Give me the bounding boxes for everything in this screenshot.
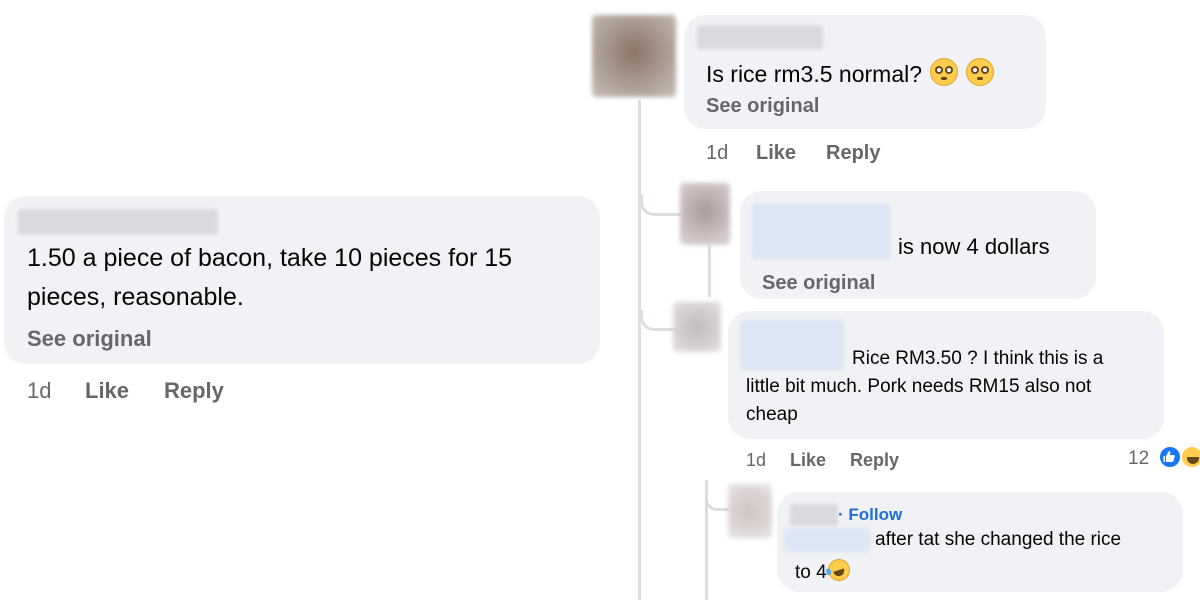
comment-text-value: Is rice rm3.5 normal? <box>706 61 923 87</box>
thread-line-main <box>638 100 641 600</box>
mention-redacted[interactable] <box>752 203 890 259</box>
thread-connector <box>640 310 677 331</box>
see-original-link[interactable]: See original <box>27 326 152 352</box>
thread-connector <box>705 490 730 511</box>
comment-text-line: little bit much. Pork needs RM15 also no… <box>746 376 1092 397</box>
comment-text-value: to 4 <box>795 562 827 583</box>
avatar[interactable] <box>673 302 721 352</box>
thread-connector <box>640 195 681 216</box>
reply-button[interactable]: Reply <box>850 450 899 471</box>
follow-label: Follow <box>848 505 903 524</box>
see-original-link[interactable]: See original <box>762 272 875 295</box>
flushed-face-emoji-icon <box>966 58 995 86</box>
follow-button[interactable]: · Follow <box>838 505 902 525</box>
like-button[interactable]: Like <box>85 378 129 404</box>
comment-text: is now 4 dollars <box>898 234 1050 259</box>
comment-text-line: Rice RM3.50 ? I think this is a <box>852 348 1104 369</box>
comment-text-line: cheap <box>746 404 798 425</box>
comment-timestamp[interactable]: 1d <box>706 142 728 165</box>
thread-line-sub <box>708 245 711 297</box>
avatar[interactable] <box>592 15 676 97</box>
mention-redacted[interactable] <box>784 528 870 552</box>
like-button[interactable]: Like <box>756 142 796 165</box>
reply-button[interactable]: Reply <box>164 378 224 404</box>
flushed-face-emoji-icon <box>930 58 959 86</box>
comment-text-line: pieces, reasonable. <box>27 283 244 311</box>
commenter-name-redacted[interactable] <box>790 504 838 526</box>
see-original-link[interactable]: See original <box>706 95 819 118</box>
comment-text-line: 1.50 a piece of bacon, take 10 pieces fo… <box>27 244 513 272</box>
comment-text-line: after tat she changed the rice <box>875 529 1122 550</box>
commenter-name-redacted[interactable] <box>740 320 844 370</box>
commenter-name-redacted[interactable] <box>18 209 218 235</box>
rolling-laughing-emoji-icon <box>824 556 853 584</box>
comment-text: Is rice rm3.5 normal? <box>706 58 995 88</box>
comment-timestamp[interactable]: 1d <box>27 378 51 404</box>
reply-button[interactable]: Reply <box>826 142 880 165</box>
comment-timestamp[interactable]: 1d <box>746 450 766 471</box>
commenter-name-redacted[interactable] <box>697 25 823 49</box>
haha-reaction-icon <box>1180 445 1200 469</box>
like-button[interactable]: Like <box>790 450 826 471</box>
avatar[interactable] <box>680 183 730 245</box>
comment-text-line: to 4 <box>795 556 853 584</box>
like-reaction-icon <box>1158 445 1182 469</box>
avatar[interactable] <box>728 484 772 538</box>
reaction-count[interactable]: 12 <box>1128 448 1149 470</box>
